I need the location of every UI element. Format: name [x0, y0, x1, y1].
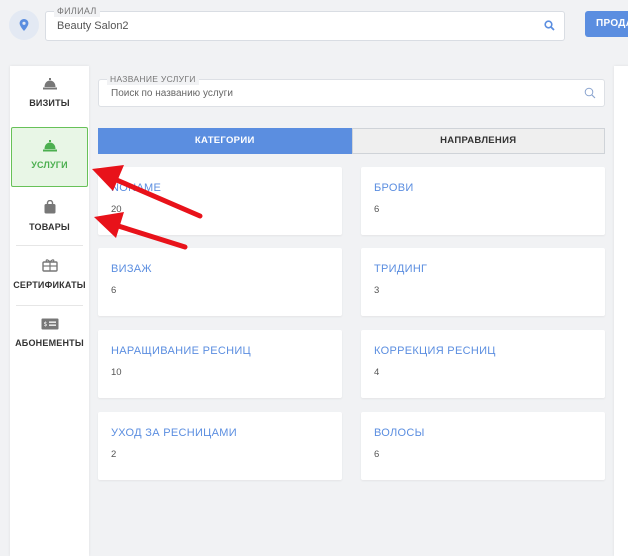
svg-text:$: $ [43, 321, 47, 328]
sidebar: ВИЗИТЫ УСЛУГИ ТОВАРЫ СЕРТИФИКАТЫ $ АБОНЕ… [10, 66, 89, 556]
right-panel [614, 66, 628, 556]
location-pin-icon [19, 19, 29, 31]
sidebar-item-label: ТОВАРЫ [29, 222, 70, 232]
bag-icon [44, 200, 55, 214]
category-card[interactable]: БРОВИ 6 [361, 167, 605, 235]
service-search-label: НАЗВАНИЕ УСЛУГИ [107, 73, 199, 85]
category-card[interactable]: НАРАЩИВАНИЕ РЕСНИЦ 10 [98, 330, 342, 398]
category-count: 20 [111, 204, 122, 215]
category-card[interactable]: УХОД ЗА РЕСНИЦАМИ 2 [98, 412, 342, 480]
category-count: 10 [111, 367, 122, 378]
category-name: УХОД ЗА РЕСНИЦАМИ [111, 427, 237, 439]
sell-button[interactable]: ПРОДА [585, 11, 628, 37]
category-card[interactable]: NONAME 20 [98, 167, 342, 235]
category-card[interactable]: ТРИДИНГ 3 [361, 248, 605, 316]
bell-icon [42, 140, 57, 152]
category-count: 3 [374, 285, 380, 296]
sidebar-item-certificates[interactable]: СЕРТИФИКАТЫ [10, 246, 89, 306]
category-card[interactable]: ВОЛОСЫ 6 [361, 412, 605, 480]
category-name: NONAME [111, 182, 162, 194]
category-card[interactable]: ВИЗАЖ 6 [98, 248, 342, 316]
search-icon[interactable] [584, 87, 596, 99]
branch-select[interactable]: ФИЛИАЛ Beauty Salon2 [45, 5, 565, 41]
sidebar-item-visits[interactable]: ВИЗИТЫ [10, 66, 89, 126]
branch-label: ФИЛИАЛ [54, 5, 100, 17]
category-name: ТРИДИНГ [374, 263, 428, 275]
category-name: НАРАЩИВАНИЕ РЕСНИЦ [111, 345, 251, 357]
category-name: БРОВИ [374, 182, 414, 194]
category-card[interactable]: КОРРЕКЦИЯ РЕСНИЦ 4 [361, 330, 605, 398]
category-count: 6 [374, 204, 380, 215]
sidebar-item-label: УСЛУГИ [31, 160, 68, 170]
bell-icon [42, 78, 57, 90]
category-count: 4 [374, 367, 380, 378]
service-search-field[interactable]: НАЗВАНИЕ УСЛУГИ [98, 73, 605, 107]
sidebar-item-label: ВИЗИТЫ [29, 98, 70, 108]
category-count: 6 [111, 285, 117, 296]
category-name: КОРРЕКЦИЯ РЕСНИЦ [374, 345, 496, 357]
sidebar-item-label: АБОНЕМЕНТЫ [15, 338, 84, 348]
category-count: 2 [111, 449, 117, 460]
category-count: 6 [374, 449, 380, 460]
branch-value: Beauty Salon2 [57, 20, 129, 32]
sidebar-item-services[interactable]: УСЛУГИ [11, 127, 88, 187]
service-search-input[interactable] [111, 88, 551, 99]
tab-categories[interactable]: КАТЕГОРИИ [98, 128, 352, 154]
sidebar-item-label: СЕРТИФИКАТЫ [13, 280, 86, 290]
location-button[interactable] [9, 10, 39, 40]
category-name: ВИЗАЖ [111, 263, 152, 275]
ticket-icon: $ [41, 318, 58, 330]
tabs: КАТЕГОРИИ НАПРАВЛЕНИЯ [98, 128, 605, 154]
sidebar-item-products[interactable]: ТОВАРЫ [10, 188, 89, 248]
sidebar-item-subscriptions[interactable]: $ АБОНЕМЕНТЫ [10, 306, 89, 366]
gift-icon [41, 259, 58, 272]
tab-directions[interactable]: НАПРАВЛЕНИЯ [351, 128, 605, 154]
search-icon[interactable] [544, 20, 555, 31]
category-name: ВОЛОСЫ [374, 427, 425, 439]
